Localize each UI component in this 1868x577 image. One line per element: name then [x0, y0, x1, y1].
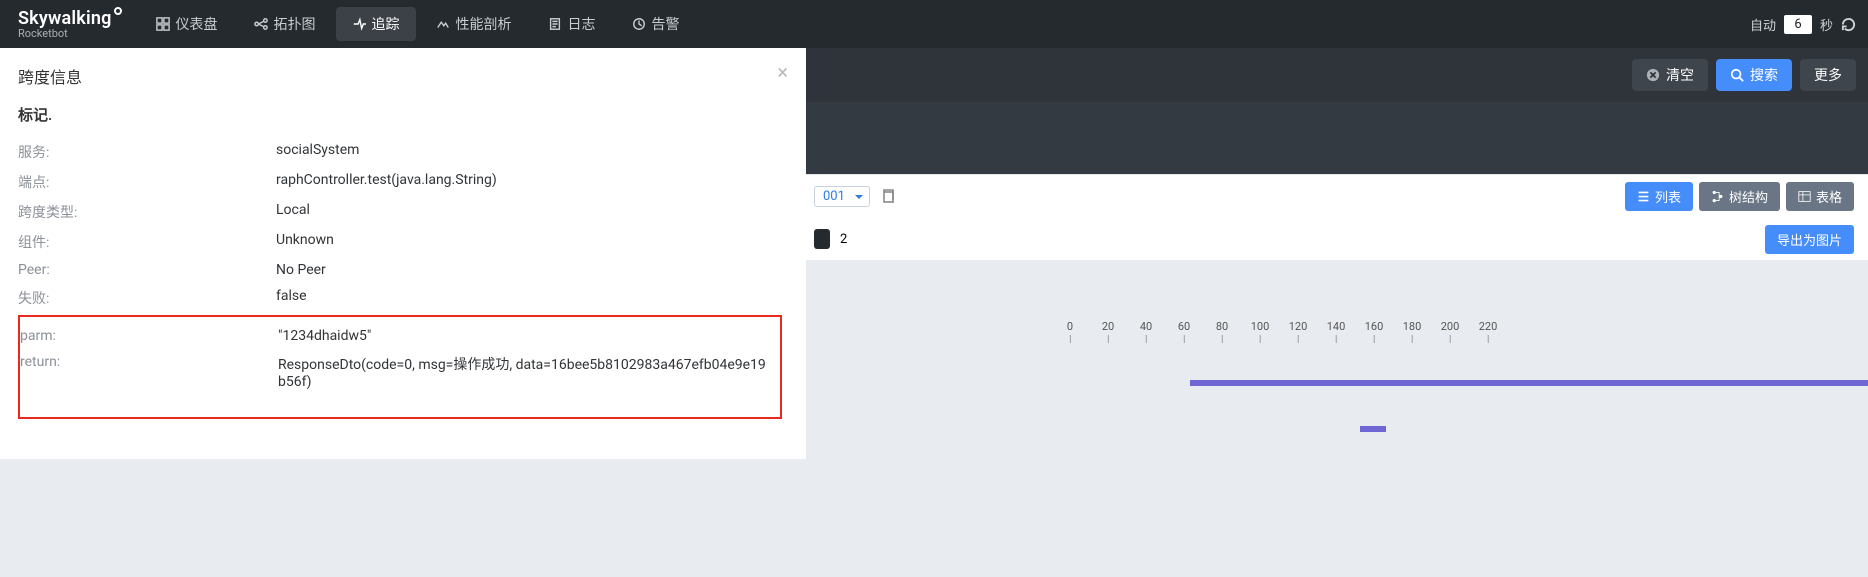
log-icon [548, 17, 562, 31]
nav-profile[interactable]: 性能剖析 [420, 7, 528, 41]
field-value: socialSystem [276, 142, 782, 162]
ruler-tick: 60 [1178, 320, 1190, 343]
field-key: 服务: [18, 142, 276, 162]
view-tree-label: 树结构 [1729, 187, 1768, 206]
ruler-tick: 200 [1441, 320, 1460, 343]
close-icon[interactable]: × [777, 62, 788, 82]
field-key: 失败: [18, 288, 276, 308]
field-row: Peer:No Peer [18, 257, 782, 283]
nav-dashboard[interactable]: 仪表盘 [140, 7, 234, 41]
ruler-tick: 220 [1479, 320, 1498, 343]
field-value: false [276, 288, 782, 308]
nav-items: 仪表盘 拓扑图 追踪 性能剖析 日志 告警 [140, 7, 696, 41]
refresh-unit: 秒 [1820, 15, 1833, 34]
ruler-tick: 100 [1251, 320, 1270, 343]
span-count-value: 2 [840, 232, 847, 247]
field-key: 组件: [18, 232, 276, 252]
copy-icon[interactable] [880, 188, 896, 204]
search-button[interactable]: 搜索 [1716, 59, 1792, 91]
nav-label: 日志 [568, 14, 596, 34]
view-table-button[interactable]: 表格 [1786, 182, 1854, 211]
trace-icon [352, 17, 366, 31]
trace-toolbar: 001 列表 树结构 表格 ​ 2 导出为图片 [800, 174, 1868, 260]
span-fields: 服务:socialSystem端点: raphController.test(j… [18, 137, 782, 313]
ruler-tick: 80 [1216, 320, 1228, 343]
dashboard-icon [156, 17, 170, 31]
nav-topology[interactable]: 拓扑图 [238, 7, 332, 41]
field-key: 端点: [18, 172, 276, 192]
nav-label: 性能剖析 [456, 14, 512, 34]
field-row: return:ResponseDto(code=0, msg=操作成功, dat… [20, 349, 772, 395]
field-key: parm: [20, 328, 278, 344]
clear-button[interactable]: 清空 [1632, 59, 1708, 91]
field-value: No Peer [276, 262, 782, 278]
clear-label: 清空 [1666, 65, 1694, 85]
field-row: 端点: raphController.test(java.lang.String… [18, 167, 782, 197]
ruler-tick: 140 [1327, 320, 1346, 343]
field-key: return: [20, 354, 278, 390]
ruler-tick: 0 [1067, 320, 1073, 343]
field-value: Unknown [276, 232, 782, 252]
top-nav: Skywalking Rocketbot 仪表盘 拓扑图 追踪 性能剖析 日志 … [0, 0, 1868, 48]
field-key: 跨度类型: [18, 202, 276, 222]
field-row: 服务:socialSystem [18, 137, 782, 167]
view-table-label: 表格 [1816, 187, 1842, 206]
more-button[interactable]: 更多 [1800, 59, 1856, 91]
trace-timeline: 0 20 40 60 80 100 120 140 160 180 200 220 [800, 260, 1868, 577]
field-value: Local [276, 202, 782, 222]
ruler-tick: 180 [1403, 320, 1422, 343]
ruler-tick: 40 [1140, 320, 1152, 343]
timeline-ruler: 0 20 40 60 80 100 120 140 160 180 200 220 [1070, 320, 1862, 360]
trace-select[interactable]: 001 [814, 186, 870, 207]
alarm-icon [632, 17, 646, 31]
span-bar[interactable] [1190, 380, 1868, 386]
span-bar[interactable] [1360, 426, 1386, 432]
nav-trace[interactable]: 追踪 [336, 7, 416, 41]
nav-label: 仪表盘 [176, 14, 218, 34]
refresh-interval-input[interactable]: 6 [1784, 15, 1812, 34]
ruler-tick: 160 [1365, 320, 1384, 343]
export-image-button[interactable]: 导出为图片 [1765, 225, 1854, 254]
highlighted-fields: parm:"1234dhaidw5"return:ResponseDto(cod… [18, 315, 782, 419]
field-value: "1234dhaidw5" [278, 328, 772, 344]
field-key: Peer: [18, 262, 276, 278]
logo: Skywalking Rocketbot [18, 8, 112, 40]
logo-text: Skywalking [18, 8, 112, 29]
ruler-tick: 120 [1289, 320, 1308, 343]
view-list-label: 列表 [1655, 187, 1681, 206]
nav-label: 告警 [652, 14, 680, 34]
span-count-badge: ​ [814, 229, 830, 249]
field-row: 跨度类型:Local [18, 197, 782, 227]
more-label: 更多 [1814, 65, 1842, 85]
nav-log[interactable]: 日志 [532, 7, 612, 41]
field-row: 组件:Unknown [18, 227, 782, 257]
field-row: parm:"1234dhaidw5" [20, 323, 772, 349]
field-value: raphController.test(java.lang.String) [276, 172, 782, 192]
reload-icon[interactable] [1841, 17, 1856, 32]
nav-label: 拓扑图 [274, 14, 316, 34]
span-detail-panel: 跨度信息 × 标记. 服务:socialSystem端点: raphContro… [0, 48, 806, 459]
field-row: 失败:false [18, 283, 782, 313]
panel-subtitle: 标记. [18, 104, 782, 125]
ruler-tick: 20 [1102, 320, 1114, 343]
topology-icon [254, 17, 268, 31]
nav-label: 追踪 [372, 14, 400, 34]
panel-title: 跨度信息 [18, 64, 782, 88]
auto-label: 自动 [1750, 15, 1776, 34]
view-list-button[interactable]: 列表 [1625, 182, 1693, 211]
profile-icon [436, 17, 450, 31]
nav-alarm[interactable]: 告警 [616, 7, 696, 41]
view-tree-button[interactable]: 树结构 [1699, 182, 1780, 211]
refresh-controls: 自动 6 秒 [1750, 15, 1856, 34]
search-label: 搜索 [1750, 65, 1778, 85]
field-value: ResponseDto(code=0, msg=操作成功, data=16bee… [278, 354, 772, 390]
